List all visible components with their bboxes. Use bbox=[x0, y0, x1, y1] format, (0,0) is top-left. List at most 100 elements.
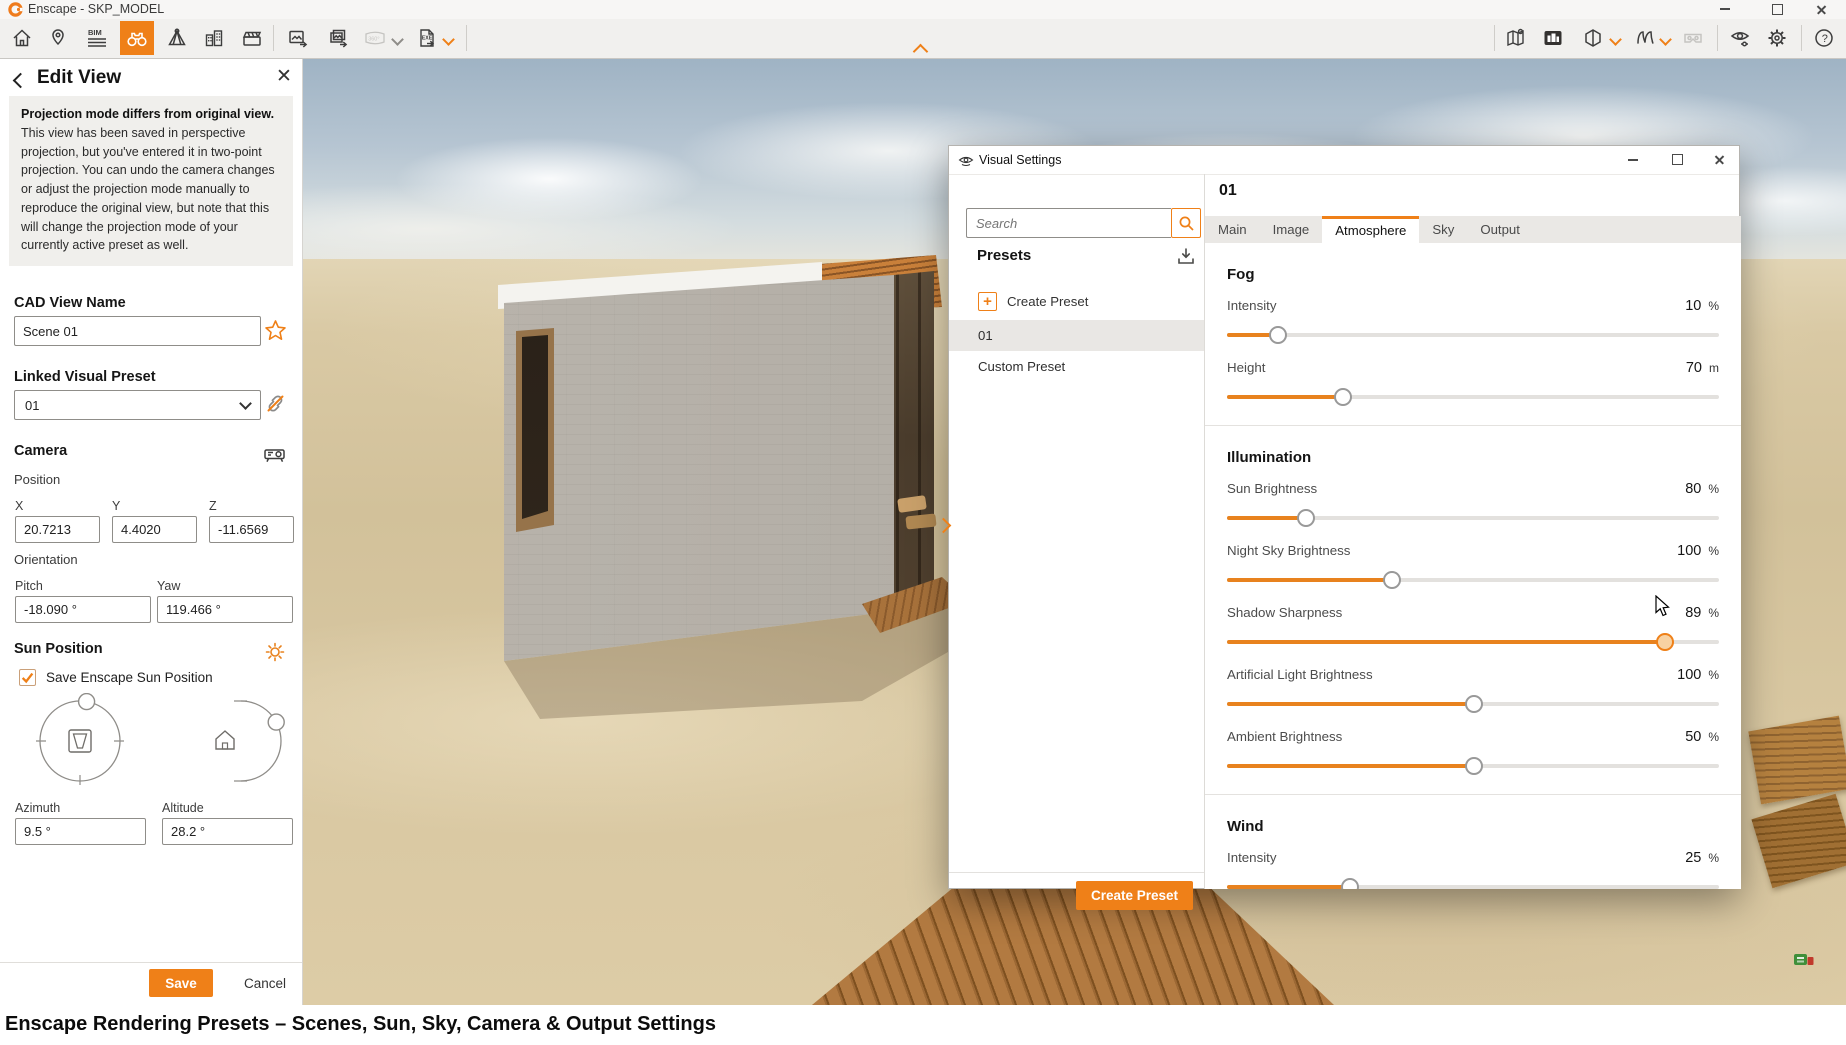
minimap-button[interactable] bbox=[1536, 21, 1570, 55]
help-button[interactable]: ? bbox=[1807, 21, 1841, 55]
azimuth-knob[interactable] bbox=[79, 694, 95, 710]
yaw-input[interactable] bbox=[157, 596, 293, 623]
video-editor-button[interactable] bbox=[235, 21, 269, 55]
illumination-sun-brightness-slider[interactable] bbox=[1227, 508, 1719, 528]
preset-item-custom-preset[interactable]: Custom Preset bbox=[949, 351, 1204, 382]
position-x-input[interactable] bbox=[15, 516, 100, 543]
active-preset-title: 01 bbox=[1219, 182, 1237, 200]
tab-image[interactable]: Image bbox=[1260, 216, 1323, 243]
batch-export-button[interactable] bbox=[321, 21, 355, 55]
tab-main[interactable]: Main bbox=[1205, 216, 1260, 243]
position-y-input[interactable] bbox=[112, 516, 197, 543]
help-icon: ? bbox=[1812, 26, 1836, 50]
cad-view-name-input[interactable] bbox=[14, 316, 261, 346]
walk-mode-button[interactable] bbox=[120, 21, 154, 55]
preset-item-01[interactable]: 01 bbox=[949, 320, 1204, 351]
camera-projector-icon[interactable] bbox=[262, 441, 287, 466]
pitch-label: Pitch bbox=[15, 579, 43, 593]
exe-export-button[interactable]: EXE bbox=[410, 21, 444, 55]
screenshot-export-button[interactable] bbox=[281, 21, 315, 55]
exe-export-icon: EXE bbox=[415, 26, 439, 50]
window-maximize-button[interactable] bbox=[1761, 0, 1793, 18]
fly-mode-button[interactable] bbox=[1628, 21, 1662, 55]
azimuth-input[interactable] bbox=[15, 818, 146, 845]
map-button[interactable] bbox=[1499, 21, 1533, 55]
sidebar-divider bbox=[949, 872, 1204, 873]
fog-intensity-row: Intensity10% bbox=[1227, 298, 1719, 345]
exe-dropdown-chevron[interactable] bbox=[444, 35, 453, 44]
fog-height-slider[interactable] bbox=[1227, 387, 1719, 407]
projection-mode-button[interactable] bbox=[1576, 21, 1610, 55]
altitude-dial[interactable] bbox=[241, 701, 281, 781]
window-minimize-button[interactable] bbox=[1709, 0, 1741, 18]
illumination-ambient-brightness-slider[interactable] bbox=[1227, 756, 1719, 776]
position-label: Position bbox=[14, 472, 60, 487]
import-preset-icon[interactable] bbox=[1175, 245, 1197, 267]
site-context-button[interactable] bbox=[197, 21, 231, 55]
dialog-close-button[interactable] bbox=[1703, 146, 1735, 173]
dialog-minimize-button[interactable] bbox=[1617, 146, 1649, 173]
position-z-input[interactable] bbox=[209, 516, 294, 543]
azimuth-dial[interactable] bbox=[40, 701, 120, 781]
sun-position-dials[interactable] bbox=[10, 693, 292, 809]
vr-button[interactable] bbox=[1676, 21, 1710, 55]
svg-text:EXE: EXE bbox=[422, 36, 433, 42]
panorama-export-button[interactable]: 360° bbox=[358, 21, 392, 55]
home-button[interactable] bbox=[5, 21, 39, 55]
bim-mode-button[interactable]: BIM bbox=[80, 21, 114, 55]
projection-warning: Projection mode differs from original vi… bbox=[9, 96, 293, 266]
save-sun-position-checkbox[interactable] bbox=[19, 669, 36, 686]
toolbar-divider bbox=[273, 25, 274, 51]
create-preset-button[interactable]: Create Preset bbox=[1076, 881, 1193, 910]
slider-handle[interactable] bbox=[1334, 388, 1352, 406]
cancel-button[interactable]: Cancel bbox=[233, 969, 297, 997]
illumination-night-sky-brightness-slider[interactable] bbox=[1227, 570, 1719, 590]
dialog-titlebar[interactable]: Visual Settings bbox=[949, 146, 1739, 175]
tab-atmosphere[interactable]: Atmosphere bbox=[1322, 216, 1419, 243]
search-button[interactable] bbox=[1171, 208, 1201, 238]
slider-handle[interactable] bbox=[1269, 326, 1287, 344]
vr-headset-icon bbox=[1681, 26, 1705, 50]
altitude-knob[interactable] bbox=[268, 714, 284, 730]
fly-dropdown-chevron[interactable] bbox=[1661, 35, 1670, 44]
slider-handle[interactable] bbox=[1656, 633, 1674, 651]
visual-settings-button[interactable] bbox=[1723, 21, 1757, 55]
close-panel-icon[interactable]: ✕ bbox=[276, 67, 292, 87]
panorama-dropdown-chevron[interactable] bbox=[393, 35, 402, 44]
tab-sky[interactable]: Sky bbox=[1419, 216, 1467, 243]
linked-visual-preset-select[interactable]: 01 bbox=[14, 390, 261, 420]
dialog-maximize-button[interactable] bbox=[1661, 146, 1693, 173]
pitch-input[interactable] bbox=[15, 596, 151, 623]
slider-handle[interactable] bbox=[1465, 757, 1483, 775]
create-preset-row[interactable]: + Create Preset bbox=[949, 286, 1204, 318]
wings-icon bbox=[1633, 26, 1657, 50]
unlink-preset-icon[interactable] bbox=[264, 392, 287, 415]
slider-handle[interactable] bbox=[1297, 509, 1315, 527]
preset-search[interactable] bbox=[966, 208, 1171, 238]
slider-handle[interactable] bbox=[1341, 878, 1359, 889]
prism-icon bbox=[1581, 26, 1605, 50]
toolbar-collapse-chevron[interactable] bbox=[915, 46, 926, 57]
favorite-star-icon[interactable] bbox=[264, 319, 287, 342]
settings-button[interactable] bbox=[1760, 21, 1794, 55]
issues-button[interactable] bbox=[41, 21, 75, 55]
tab-output[interactable]: Output bbox=[1467, 216, 1533, 243]
slider-label: Intensity bbox=[1227, 298, 1277, 313]
save-button[interactable]: Save bbox=[149, 969, 213, 997]
illumination-shadow-sharpness-slider[interactable] bbox=[1227, 632, 1719, 652]
altitude-input[interactable] bbox=[162, 818, 293, 845]
panel-expand-chevron[interactable] bbox=[938, 520, 949, 531]
fog-intensity-slider[interactable] bbox=[1227, 325, 1719, 345]
illumination-artificial-light-brightness-slider[interactable] bbox=[1227, 694, 1719, 714]
slider-handle[interactable] bbox=[1465, 695, 1483, 713]
wind-intensity-slider[interactable] bbox=[1227, 877, 1719, 889]
back-button[interactable] bbox=[15, 75, 26, 86]
search-input[interactable] bbox=[966, 208, 1171, 238]
window-close-button[interactable] bbox=[1805, 0, 1837, 18]
orientation-label: Orientation bbox=[14, 552, 78, 567]
view-projection-button[interactable] bbox=[160, 21, 194, 55]
projection-dropdown-chevron[interactable] bbox=[1611, 35, 1620, 44]
slider-handle[interactable] bbox=[1383, 571, 1401, 589]
sun-icon[interactable] bbox=[263, 640, 287, 664]
buildings-icon bbox=[202, 26, 226, 50]
